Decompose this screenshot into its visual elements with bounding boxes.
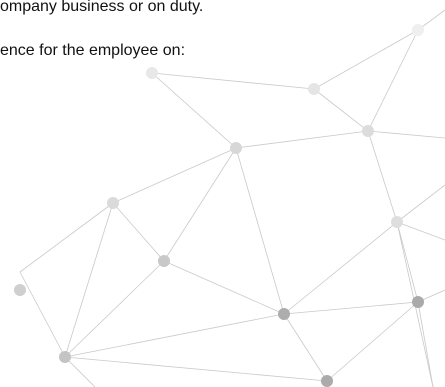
document-page: ompany business or on duty. ence for the…: [0, 0, 445, 387]
network-node: [391, 216, 403, 228]
network-node: [362, 125, 374, 137]
document-text-line: ompany business or on duty.: [0, 0, 204, 15]
network-node: [321, 375, 333, 387]
network-node: [14, 284, 26, 296]
network-node: [412, 24, 424, 36]
network-node: [146, 67, 158, 79]
network-node: [278, 308, 290, 320]
network-nodes: [14, 24, 424, 387]
network-node: [412, 296, 424, 308]
network-node: [158, 255, 170, 267]
network-edges: [19, 9, 445, 387]
network-node: [308, 83, 320, 95]
network-node: [59, 351, 71, 363]
document-text-line: ence for the employee on:: [0, 42, 186, 59]
network-node: [107, 197, 119, 209]
network-node: [230, 142, 242, 154]
